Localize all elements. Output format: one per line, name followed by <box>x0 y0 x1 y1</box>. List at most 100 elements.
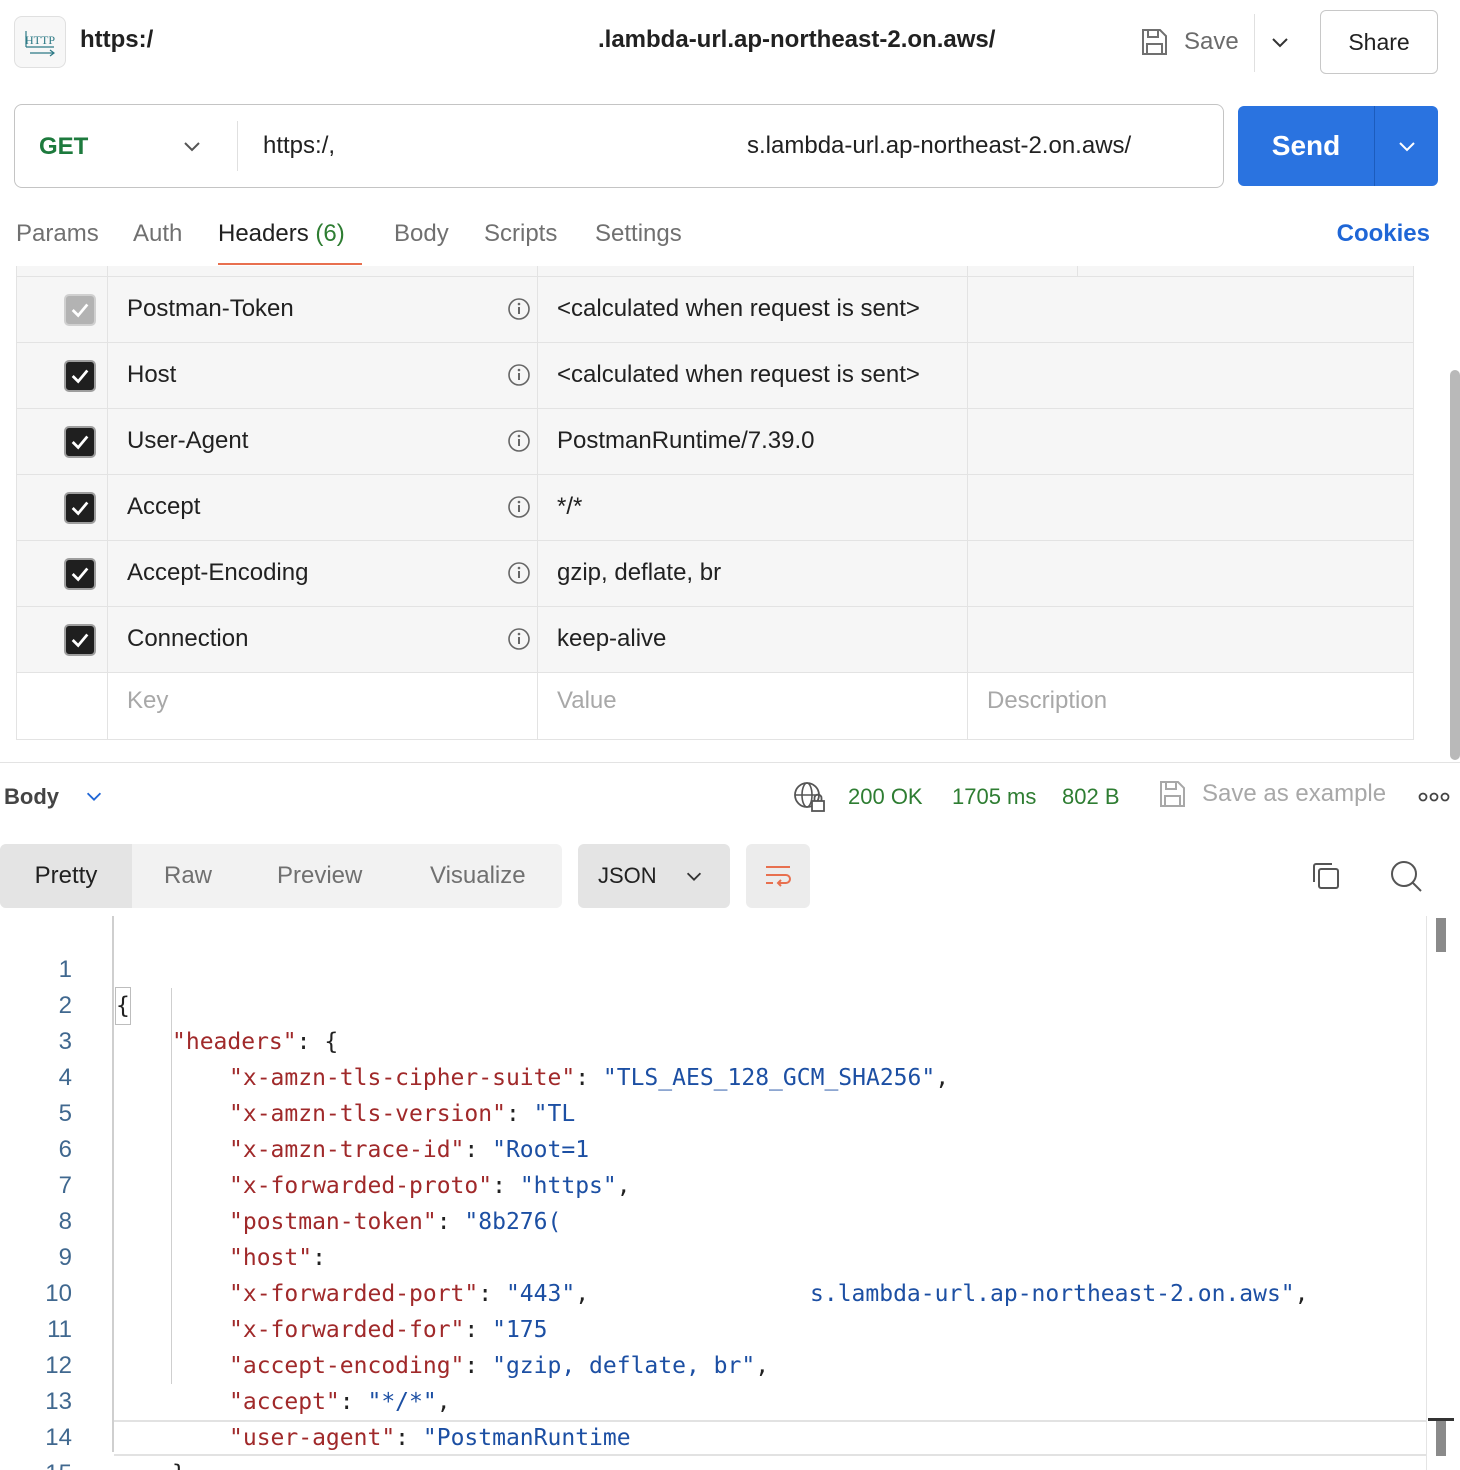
table-row: Accept-Encoding gzip, deflate, br <box>17 540 1413 606</box>
url-input-suffix[interactable]: s.lambda-url.ap-northeast-2.on.aws/ <box>747 132 1131 160</box>
response-view-tabs: Pretty Raw Preview Visualize <box>0 844 562 908</box>
check-icon <box>71 501 89 516</box>
method-chevron-down-icon[interactable] <box>179 133 205 159</box>
code-line: 3 "x-amzn-tls-cipher-suite": "TLS_AES_12… <box>0 988 1426 1091</box>
row-checkbox[interactable] <box>64 360 96 392</box>
search-icon[interactable] <box>1388 858 1424 894</box>
save-icon <box>1142 29 1167 55</box>
tab-settings[interactable]: Settings <box>595 220 682 248</box>
info-icon[interactable] <box>507 495 531 519</box>
url-bar: GET https:/, s.lambda-url.ap-northeast-2… <box>14 104 1224 188</box>
request-title-suffix[interactable]: .lambda-url.ap-northeast-2.on.aws/ <box>598 26 995 54</box>
tab-body[interactable]: Body <box>394 220 449 248</box>
header-value: <calculated when request is sent> <box>557 295 920 322</box>
table-row: Host <calculated when request is sent> <box>17 342 1413 408</box>
info-icon[interactable] <box>507 561 531 585</box>
save-as-example-label: Save as example <box>1202 780 1387 807</box>
tab-headers-label: Headers <box>218 220 309 247</box>
tab-scripts[interactable]: Scripts <box>484 220 557 248</box>
save-as-example-button[interactable]: Save as example <box>1156 778 1386 810</box>
response-body-label[interactable]: Body <box>4 784 59 810</box>
info-icon[interactable] <box>507 297 531 321</box>
response-size[interactable]: 802 B <box>1062 784 1120 810</box>
wrap-lines-button[interactable] <box>746 844 810 908</box>
method-select[interactable]: GET <box>39 133 88 161</box>
column-divider <box>967 266 968 739</box>
editor-scrollbar-track <box>1426 916 1427 1470</box>
info-icon[interactable] <box>507 429 531 453</box>
tab-auth[interactable]: Auth <box>133 220 182 248</box>
chevron-down-icon <box>86 792 102 801</box>
code-line: 12 "accept": "*/*", <box>0 1312 1426 1415</box>
copy-icon[interactable] <box>1308 858 1344 894</box>
code-line: 15 } <box>0 1420 1426 1470</box>
response-body-dropdown[interactable] <box>82 784 106 808</box>
http-request-icon: HTTP <box>14 16 66 68</box>
info-icon[interactable] <box>507 363 531 387</box>
editor-scrollbar-thumb[interactable] <box>1436 918 1446 952</box>
header-value: keep-alive <box>557 625 667 652</box>
url-input[interactable]: https:/, <box>263 132 335 160</box>
save-options-button[interactable] <box>1266 28 1294 56</box>
cookies-link[interactable]: Cookies <box>1337 220 1430 248</box>
check-icon <box>71 633 89 648</box>
row-checkbox[interactable] <box>64 558 96 590</box>
code-line: 4 "x-amzn-tls-version": "TL <box>0 1024 1426 1127</box>
tab-params[interactable]: Params <box>16 220 99 248</box>
new-value-input[interactable]: Value <box>557 687 617 715</box>
code-line: 6 "x-forwarded-proto": "https", <box>0 1096 1426 1199</box>
tab-visualize[interactable]: Visualize <box>430 844 526 908</box>
save-button[interactable]: Save <box>1138 22 1239 62</box>
code-line: 11 "accept-encoding": "gzip, deflate, br… <box>0 1276 1426 1379</box>
header-key: Host <box>127 361 177 388</box>
code-line: 10 "x-forwarded-for": "175 <box>0 1240 1426 1343</box>
tab-headers[interactable]: Headers (6) <box>218 220 345 248</box>
tab-pretty[interactable]: Pretty <box>0 844 132 908</box>
code-line: 5 "x-amzn-trace-id": "Root=1 <box>0 1060 1426 1163</box>
row-checkbox[interactable] <box>64 624 96 656</box>
status-code[interactable]: 200 OK <box>848 784 923 810</box>
send-label[interactable]: Send <box>1238 106 1374 186</box>
chevron-down-icon <box>1272 38 1288 48</box>
chevron-down-icon <box>1398 142 1415 152</box>
request-tabs: Params Auth Headers (6) Body Scripts Set… <box>0 210 1460 266</box>
response-time[interactable]: 1705 ms <box>952 784 1036 810</box>
header-key: Accept-Encoding <box>127 559 309 586</box>
tab-headers-count: (6) <box>315 220 345 247</box>
tab-preview[interactable]: Preview <box>277 844 362 908</box>
code-text: } <box>172 1456 186 1470</box>
code-line: 2 "headers": { <box>0 952 1426 1055</box>
row-checkbox[interactable] <box>64 426 96 458</box>
header-key: User-Agent <box>127 427 249 454</box>
headers-table: Postman-Token <calculated when request i… <box>16 266 1414 740</box>
format-select-label: JSON <box>598 863 657 888</box>
share-button[interactable]: Share <box>1320 10 1438 74</box>
globe-lock-icon[interactable] <box>792 780 826 814</box>
format-select[interactable]: JSON <box>578 844 730 908</box>
request-title[interactable]: https:/ <box>80 26 153 54</box>
scroll-end-marker <box>1428 1418 1454 1456</box>
response-divider[interactable] <box>0 762 1460 763</box>
svg-text:HTTP: HTTP <box>25 33 55 47</box>
request-title-bar: HTTP https:/ .lambda-url.ap-northeast-2.… <box>0 0 1460 84</box>
active-tab-indicator <box>218 263 362 265</box>
response-editor[interactable]: 1 { 2 "headers": { 3 "x-amzn-tls-cipher-… <box>0 916 1460 1470</box>
info-icon[interactable] <box>507 627 531 651</box>
save-icon <box>1160 781 1185 807</box>
request-scrollbar[interactable] <box>1450 370 1460 760</box>
check-icon <box>71 303 89 318</box>
new-key-input[interactable]: Key <box>127 687 168 715</box>
row-checkbox[interactable] <box>64 492 96 524</box>
header-value: gzip, deflate, br <box>557 559 722 586</box>
wrap-lines-icon <box>766 866 791 887</box>
tab-raw[interactable]: Raw <box>164 844 212 908</box>
row-checkbox[interactable] <box>64 294 96 326</box>
header-value: PostmanRuntime/7.39.0 <box>557 427 815 454</box>
check-icon <box>71 567 89 582</box>
send-options-button[interactable] <box>1375 106 1438 186</box>
send-button[interactable]: Send <box>1238 106 1438 186</box>
more-options-icon[interactable] <box>1418 790 1450 804</box>
new-description-input[interactable]: Description <box>987 687 1107 715</box>
check-icon <box>71 435 89 450</box>
save-divider <box>1254 14 1255 72</box>
